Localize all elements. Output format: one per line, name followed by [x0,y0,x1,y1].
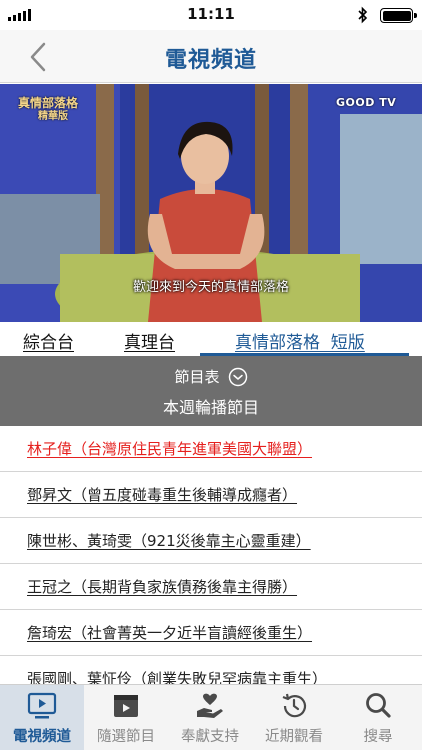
navigation-bar: 電視頻道 [0,30,422,83]
bottom-tab-bar: 電視頻道 隨選節目 奉獻支持 近期觀看 搜尋 [0,684,422,750]
logo-text: 真情部落格 [18,96,79,110]
film-icon [114,695,138,717]
schedule-label: 節目表 [174,368,220,386]
clock-chevron-icon [228,367,247,386]
program-title[interactable]: 陳世彬、黃琦雯（921災後靠主心靈重建） [27,530,311,551]
tabbar-recent[interactable]: 近期觀看 [252,685,336,750]
tabbar-label: 近期觀看 [265,729,323,745]
tabbar-label: 隨選節目 [97,729,155,745]
battery-icon [380,8,417,23]
program-title[interactable]: 王冠之（長期背負家族債務後靠主得勝） [27,576,297,597]
search-icon [366,693,391,718]
tabbar-donate[interactable]: 奉獻支持 [168,685,252,750]
channel-tabs: 綜合台 真理台 真情部落格 短版 [0,322,422,356]
history-icon [282,693,307,718]
tabbar-label: 電視頻道 [13,729,71,745]
list-item[interactable]: 張國剛、葉怔伶（創業失敗兒罕病靠主重生） [0,656,422,684]
program-title[interactable]: 鄧昇文（曾五度碰毒重生後輔導成癮者） [27,484,297,505]
logo-subtext: 精華版 [38,111,68,122]
goodtv-logo: GOOD TV [336,96,397,109]
schedule-subtitle: 本週輪播節目 [162,398,259,417]
schedule-header[interactable]: 節目表 本週輪播節目 [0,356,422,426]
program-title[interactable]: 詹琦宏（社會菁英一夕近半盲讀經後重生） [27,622,312,643]
tabbar-label: 奉獻支持 [181,729,239,745]
status-bar: 11:11 [0,0,422,30]
tabbar-tv-channels[interactable]: 電視頻道 [0,685,84,750]
tab-truth[interactable]: 真理台 [124,328,175,353]
tab-general[interactable]: 綜合台 [23,328,74,353]
tabbar-label: 搜尋 [363,729,393,745]
program-title[interactable]: 張國剛、葉怔伶（創業失敗兒罕病靠主重生） [27,668,327,684]
video-player[interactable]: 真情部落格 精華版 GOOD TV 歡迎來到今天的真情部落格 [0,84,422,322]
list-item[interactable]: 詹琦宏（社會菁英一夕近半盲讀經後重生） [0,610,422,656]
list-item[interactable]: 王冠之（長期背負家族債務後靠主得勝） [0,564,422,610]
tv-icon [27,692,57,719]
list-item[interactable]: 陳世彬、黃琦雯（921災後靠主心靈重建） [0,518,422,564]
program-title[interactable]: 林子偉（台灣原住民青年進軍美國大聯盟） [27,438,312,459]
heart-hand-icon [197,693,223,718]
tabbar-search[interactable]: 搜尋 [336,685,420,750]
video-subtitle: 歡迎來到今天的真情部落格 [132,280,289,295]
bluetooth-icon [358,6,368,24]
list-item[interactable]: 林子偉（台灣原住民青年進軍美國大聯盟） [0,426,422,472]
program-list: 林子偉（台灣原住民青年進軍美國大聯盟） 鄧昇文（曾五度碰毒重生後輔導成癮者） 陳… [0,426,422,684]
list-item[interactable]: 鄧昇文（曾五度碰毒重生後輔導成癮者） [0,472,422,518]
tab-blog-short[interactable]: 真情部落格 短版 [235,328,365,353]
page-title: 電視頻道 [164,48,257,73]
channel-logo: 真情部落格 精華版 [18,96,78,124]
tabbar-on-demand[interactable]: 隨選節目 [84,685,168,750]
